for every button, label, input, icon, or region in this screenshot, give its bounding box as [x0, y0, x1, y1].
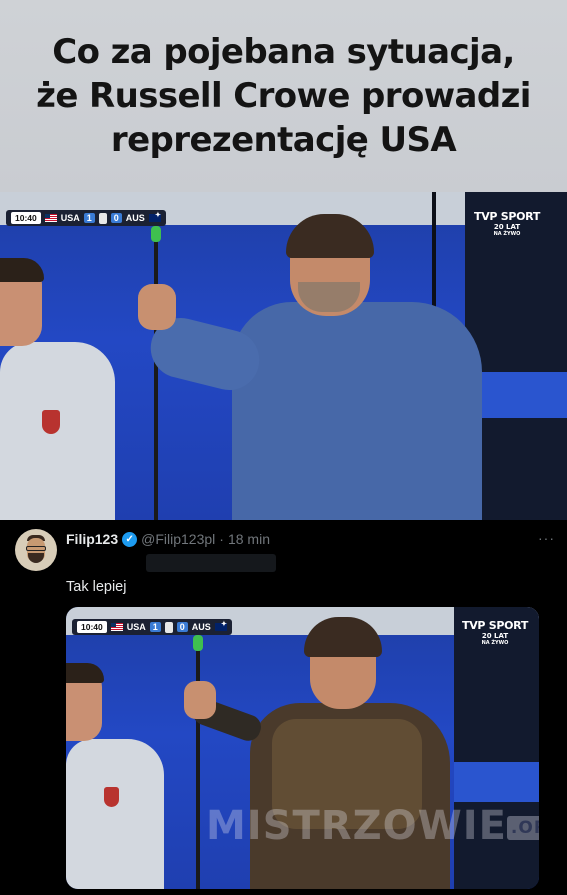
thumbs-up-hand	[184, 681, 216, 719]
tournament-crest-icon	[164, 621, 173, 633]
caption-line-2: że Russell Crowe prowadzi	[36, 76, 531, 116]
caption-line-3: reprezentację USA	[110, 120, 457, 160]
home-score: 1	[149, 622, 161, 632]
microphone-icon	[151, 226, 161, 242]
meme-caption: Co za pojebana sytuacja, że Russell Crow…	[0, 0, 567, 192]
home-team: USA	[60, 213, 80, 223]
home-team: USA	[126, 622, 146, 632]
away-team: AUS	[191, 622, 211, 632]
microphone-pole	[196, 643, 200, 889]
tvp-sport-logo: TVP SPORT 20 LAT NA ŻYWO	[462, 619, 529, 646]
tweet-header: Filip123 ✓ @Filip123pl · 18 min	[66, 531, 270, 547]
avatar[interactable]	[15, 529, 57, 571]
logo-anniversary: 20 LAT	[493, 223, 521, 231]
thumbs-up-hand	[138, 284, 176, 330]
caption-text: Co za pojebana sytuacja, że Russell Crow…	[4, 30, 564, 162]
tvp-sport-logo: TVP SPORT 20 LAT NA ŻYWO	[474, 210, 541, 237]
broadcast-frame-edited[interactable]: 10:40 USA 1 0 AUS TVP SPORT 20 LAT NA ŻY…	[66, 607, 539, 889]
redacted-text	[146, 554, 276, 572]
microphone-pole	[154, 232, 158, 520]
australia-flag-icon	[214, 620, 227, 631]
scoreboard: 10:40 USA 1 0 AUS	[72, 619, 232, 635]
player-shirt	[66, 739, 164, 889]
tweet-text: Tak lepiej	[66, 579, 127, 595]
tournament-crest-icon	[98, 212, 107, 224]
usa-flag-icon	[110, 623, 123, 631]
usa-flag-icon	[44, 214, 57, 222]
caption-line-1: Co za pojebana sytuacja,	[52, 32, 515, 72]
home-score: 1	[83, 213, 95, 223]
away-score: 0	[110, 213, 122, 223]
australia-flag-icon	[148, 211, 161, 222]
author-handle[interactable]: @Filip123pl	[141, 531, 215, 547]
away-score: 0	[176, 622, 188, 632]
logo-anniversary: 20 LAT	[481, 632, 509, 640]
tweet: Filip123 ✓ @Filip123pl · 18 min ··· Tak …	[0, 520, 567, 607]
match-clock: 10:40	[77, 621, 107, 633]
tweet-timestamp[interactable]: 18 min	[228, 531, 270, 547]
scoreboard: 10:40 USA 1 0 AUS	[6, 210, 166, 226]
microphone-icon	[193, 635, 203, 651]
away-team: AUS	[125, 213, 145, 223]
author-name[interactable]: Filip123	[66, 531, 118, 547]
more-options-icon[interactable]: ···	[538, 530, 555, 546]
site-watermark: MISTRZOWIE.ORG	[206, 803, 539, 849]
coach-shirt	[232, 302, 482, 520]
verified-icon: ✓	[122, 531, 138, 547]
usa-crest-icon	[104, 787, 119, 807]
match-clock: 10:40	[11, 212, 41, 224]
separator: ·	[219, 531, 224, 547]
usa-crest-icon	[42, 410, 60, 434]
broadcast-frame-original: 10:40 USA 1 0 AUS TVP SPORT 20 LAT NA ŻY…	[0, 192, 567, 520]
